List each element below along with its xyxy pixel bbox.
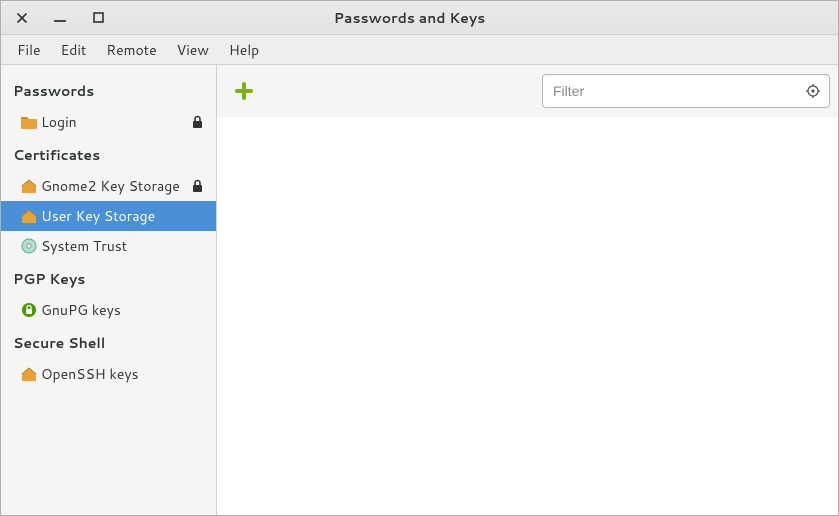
sidebar-item-label: System Trust (41, 236, 206, 256)
sidebar-item-label: Login (41, 112, 188, 132)
sidebar-section-pgp: PGP Keys (1, 261, 216, 295)
sidebar-section-ssh: Secure Shell (1, 325, 216, 359)
lock-icon (188, 113, 206, 131)
menu-help[interactable]: Help (219, 36, 269, 64)
home-icon (19, 206, 39, 226)
filter-box[interactable] (542, 74, 830, 108)
menu-file[interactable]: File (7, 36, 51, 64)
menu-remote[interactable]: Remote (96, 36, 166, 64)
disc-icon (19, 236, 39, 256)
menu-edit[interactable]: Edit (51, 36, 97, 64)
sidebar-item-gnupg-keys[interactable]: GnuPG keys (1, 295, 216, 325)
locate-icon[interactable] (803, 81, 823, 101)
home-icon (19, 364, 39, 384)
item-list (217, 117, 832, 509)
sidebar-item-gnome2-key-storage[interactable]: Gnome2 Key Storage (1, 171, 216, 201)
sidebar-item-openssh-keys[interactable]: OpenSSH keys (1, 359, 216, 389)
sidebar-item-login[interactable]: Login (1, 107, 216, 137)
menu-view[interactable]: View (167, 36, 219, 64)
folder-icon (19, 112, 39, 132)
sidebar-item-label: User Key Storage (41, 206, 206, 226)
sidebar-section-certificates: Certificates (1, 137, 216, 171)
content: Passwords Login Certificates Gnome2 Key … (1, 65, 838, 515)
main-panel (217, 65, 838, 515)
circle-lock-icon (19, 300, 39, 320)
sidebar-item-label: Gnome2 Key Storage (41, 176, 188, 196)
sidebar-item-user-key-storage[interactable]: User Key Storage (1, 201, 216, 231)
menubar: File Edit Remote View Help (1, 35, 838, 65)
sidebar: Passwords Login Certificates Gnome2 Key … (1, 65, 217, 515)
add-button[interactable] (229, 76, 259, 106)
window-title: Passwords and Keys (1, 8, 838, 28)
lock-icon (188, 177, 206, 195)
sidebar-section-passwords: Passwords (1, 73, 216, 107)
home-icon (19, 176, 39, 196)
filter-input[interactable] (553, 83, 797, 99)
sidebar-item-label: OpenSSH keys (41, 364, 206, 384)
sidebar-item-label: GnuPG keys (41, 300, 206, 320)
toolbar (217, 65, 838, 117)
sidebar-item-system-trust[interactable]: System Trust (1, 231, 216, 261)
titlebar: Passwords and Keys (1, 1, 838, 35)
